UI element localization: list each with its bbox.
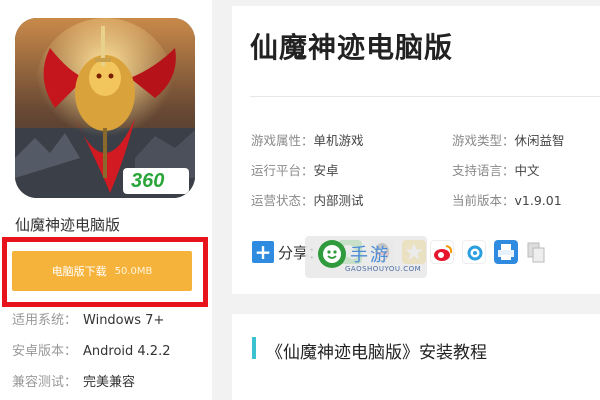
tencent-weibo-glyph	[467, 245, 483, 261]
spec-key: 适用系统：	[12, 313, 78, 328]
plus-icon[interactable]: +	[252, 241, 274, 263]
spec-compat: 兼容测试： 完美兼容	[12, 371, 135, 390]
info-value: 内部测试	[313, 193, 364, 208]
print-icon[interactable]	[494, 240, 518, 264]
spec-key: 安卓版本：	[12, 344, 78, 359]
info-status: 运营状态：内部测试	[251, 190, 364, 209]
info-language: 支持语言：中文	[452, 160, 540, 179]
spec-android: 安卓版本： Android 4.2.2	[12, 340, 171, 359]
info-game-attr: 游戏属性：单机游戏	[251, 130, 364, 149]
copy-glyph	[527, 242, 545, 263]
info-key: 运行平台：	[251, 163, 314, 178]
download-size: 50.0MB	[114, 265, 153, 277]
game-artwork-icon	[15, 18, 195, 198]
watermark-url: GAOSHOUYOU.COM	[345, 265, 422, 273]
printer-glyph	[498, 244, 514, 260]
download-label: 电脑版下载	[51, 265, 107, 278]
info-value: 休闲益智	[514, 133, 565, 148]
info-key: 支持语言：	[452, 163, 515, 178]
info-game-type: 游戏类型：休闲益智	[452, 130, 565, 149]
info-key: 运营状态：	[251, 193, 314, 208]
section-accent-bar	[252, 337, 256, 359]
spec-value: Android 4.2.2	[83, 344, 171, 359]
info-version: 当前版本：v1.9.01	[452, 190, 562, 209]
360-badge: 360	[131, 170, 165, 192]
info-key: 游戏类型：	[452, 133, 515, 148]
spec-os: 适用系统： Windows 7+	[12, 309, 164, 328]
watermark-logo-icon	[318, 240, 346, 268]
page-title: 仙魔神迹电脑版	[250, 31, 454, 64]
spec-value: Windows 7+	[83, 313, 165, 328]
info-platform: 运行平台：安卓	[251, 160, 339, 179]
section-title: 《仙魔神迹电脑版》安装教程	[266, 343, 487, 363]
weibo-icon[interactable]	[430, 240, 454, 264]
smile-glyph	[323, 245, 341, 263]
info-key: 当前版本：	[452, 193, 515, 208]
info-value: 中文	[514, 163, 540, 178]
spec-value: 完美兼容	[83, 375, 136, 390]
tencent-weibo-icon[interactable]	[462, 240, 486, 264]
info-value: 安卓	[313, 163, 339, 178]
info-value: 单机游戏	[313, 133, 364, 148]
copy-icon[interactable]	[524, 240, 548, 264]
app-icon[interactable]: 360	[15, 18, 195, 198]
title-divider	[250, 96, 600, 97]
info-value: v1.9.01	[514, 193, 562, 208]
app-name: 仙魔神迹电脑版	[15, 216, 121, 234]
info-key: 游戏属性：	[251, 133, 314, 148]
weibo-glyph	[434, 245, 453, 261]
spec-key: 兼容测试：	[12, 375, 78, 390]
download-button[interactable]: 电脑版下载 50.0MB	[12, 251, 192, 291]
watermark-text: 手游	[350, 245, 390, 266]
